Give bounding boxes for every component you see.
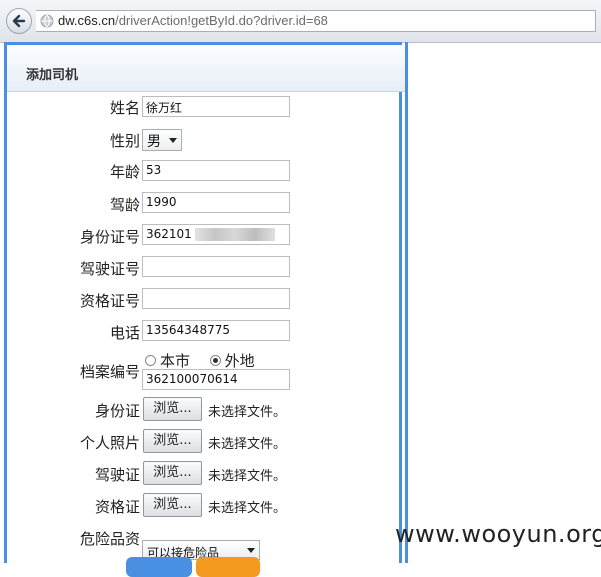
globe-icon: [40, 14, 54, 28]
name-label: 姓名: [109, 99, 140, 117]
phone-value: 13564348775: [146, 323, 230, 337]
id-number-input[interactable]: 362101: [142, 224, 290, 245]
reset-button[interactable]: [196, 557, 260, 577]
panel-header: 添加司机: [7, 45, 405, 92]
id-number-value: 362101: [146, 227, 192, 241]
radio-other[interactable]: [209, 355, 221, 366]
upload-qualification-button[interactable]: 浏览...: [143, 493, 202, 517]
id-number-label: 身份证号: [79, 228, 140, 246]
upload-photo-label: 个人照片: [79, 434, 140, 452]
chevron-down-icon: [247, 548, 255, 553]
age-label: 年龄: [109, 163, 140, 181]
upload-qualification-status: 未选择文件。: [208, 501, 287, 516]
panel-border: [405, 42, 408, 563]
upload-photo-status: 未选择文件。: [208, 437, 287, 452]
url-path: /driverAction!getById.do?driver.id=68: [115, 13, 328, 28]
upload-id-card-button[interactable]: 浏览...: [143, 397, 202, 421]
license-number-label: 驾驶证号: [79, 260, 140, 278]
upload-id-card-label: 身份证: [94, 402, 140, 420]
hazard-label: 危险品资: [79, 530, 140, 548]
driving-age-label: 驾龄: [109, 196, 140, 214]
driving-age-value: 1990: [146, 195, 177, 209]
archive-number-value: 362100070614: [146, 372, 238, 386]
address-bar[interactable]: dw.c6s.cn/driverAction!getById.do?driver…: [36, 10, 596, 32]
radio-local-label: 本市: [160, 352, 191, 370]
chevron-down-icon: [169, 138, 177, 143]
upload-license-label: 驾驶证: [94, 466, 140, 484]
upload-license-status: 未选择文件。: [208, 469, 287, 484]
archive-number-input[interactable]: 362100070614: [142, 369, 290, 390]
phone-input[interactable]: 13564348775: [142, 320, 290, 341]
back-button[interactable]: [6, 8, 32, 34]
archive-radio-group: 本市 外地: [145, 350, 255, 371]
radio-local[interactable]: [145, 355, 156, 366]
name-input[interactable]: 徐万红: [142, 96, 290, 117]
submit-button[interactable]: [126, 557, 192, 577]
age-input[interactable]: 53: [142, 160, 290, 181]
age-value: 53: [146, 163, 162, 177]
upload-qualification-label: 资格证: [94, 498, 140, 516]
panel-title: 添加司机: [26, 68, 79, 83]
url-host: dw.c6s.cn: [58, 13, 116, 28]
radio-other-label: 外地: [224, 352, 255, 370]
browser-toolbar: dw.c6s.cn/driverAction!getById.do?driver…: [0, 0, 601, 43]
redaction-mask: [195, 228, 275, 241]
archive-label: 档案编号: [79, 363, 140, 381]
gender-value: 男: [147, 134, 161, 150]
arrow-left-icon: [12, 14, 26, 28]
phone-label: 电话: [109, 324, 140, 342]
upload-id-card-status: 未选择文件。: [208, 405, 287, 420]
driving-age-input[interactable]: 1990: [142, 192, 290, 213]
watermark: www.wooyun.org: [395, 520, 601, 548]
upload-photo-button[interactable]: 浏览...: [143, 429, 202, 453]
gender-label: 性别: [109, 132, 140, 150]
name-value: 徐万红: [146, 101, 183, 115]
upload-license-button[interactable]: 浏览...: [143, 461, 202, 485]
license-number-input[interactable]: [142, 256, 290, 277]
qualification-number-label: 资格证号: [79, 292, 140, 310]
gender-select[interactable]: 男: [142, 129, 182, 151]
qualification-number-input[interactable]: [142, 288, 290, 309]
url-text: dw.c6s.cn/driverAction!getById.do?driver…: [58, 13, 328, 28]
